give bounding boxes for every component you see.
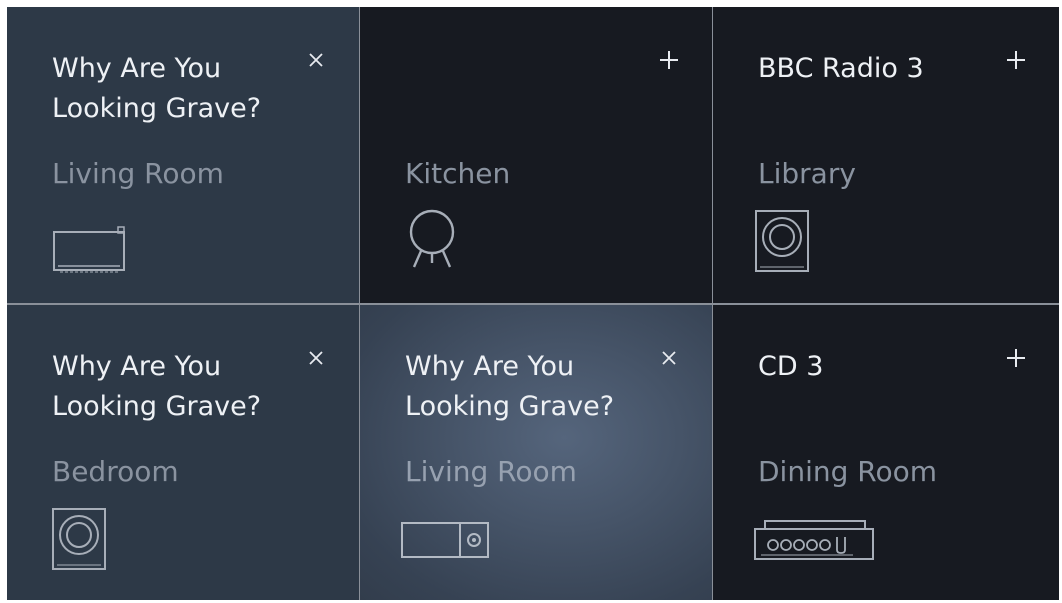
room-tile-living-room-active[interactable]: Why Are You Looking Grave? Living Room: [360, 305, 712, 600]
plus-icon[interactable]: [1001, 45, 1031, 75]
room-tile-kitchen[interactable]: Kitchen: [360, 7, 712, 303]
room-tile-dining-room[interactable]: CD 3 Dining Room: [713, 305, 1059, 600]
subwoofer-speaker-icon: [51, 507, 111, 573]
room-tile-library[interactable]: BBC Radio 3 Library: [713, 7, 1059, 303]
cd-player-icon: [753, 517, 877, 563]
portable-speaker-icon: [400, 517, 494, 563]
room-name: Dining Room: [758, 455, 938, 488]
now-playing-title: CD 3: [758, 351, 824, 382]
plus-icon[interactable]: [654, 45, 684, 75]
now-playing-title: BBC Radio 3: [758, 53, 924, 84]
room-name: Living Room: [52, 157, 224, 190]
now-playing-title: Why Are You Looking Grave?: [52, 351, 262, 422]
subwoofer-speaker-icon: [754, 209, 814, 275]
room-name: Bedroom: [52, 455, 179, 488]
close-icon[interactable]: [654, 343, 684, 373]
close-icon[interactable]: [301, 343, 331, 373]
room-grid: Why Are You Looking Grave? Living Room K…: [7, 7, 1059, 600]
room-name: Kitchen: [405, 157, 511, 190]
now-playing-title: Why Are You Looking Grave?: [52, 53, 262, 124]
room-name: Library: [758, 157, 856, 190]
tv-soundbar-icon: [52, 222, 132, 278]
room-tile-living-room[interactable]: Why Are You Looking Grave? Living Room: [7, 7, 359, 303]
plus-icon[interactable]: [1001, 343, 1031, 373]
room-tile-bedroom[interactable]: Why Are You Looking Grave? Bedroom: [7, 305, 359, 600]
room-name: Living Room: [405, 455, 577, 488]
close-icon[interactable]: [301, 45, 331, 75]
tripod-speaker-icon: [402, 207, 462, 271]
now-playing-title: Why Are You Looking Grave?: [405, 351, 615, 422]
